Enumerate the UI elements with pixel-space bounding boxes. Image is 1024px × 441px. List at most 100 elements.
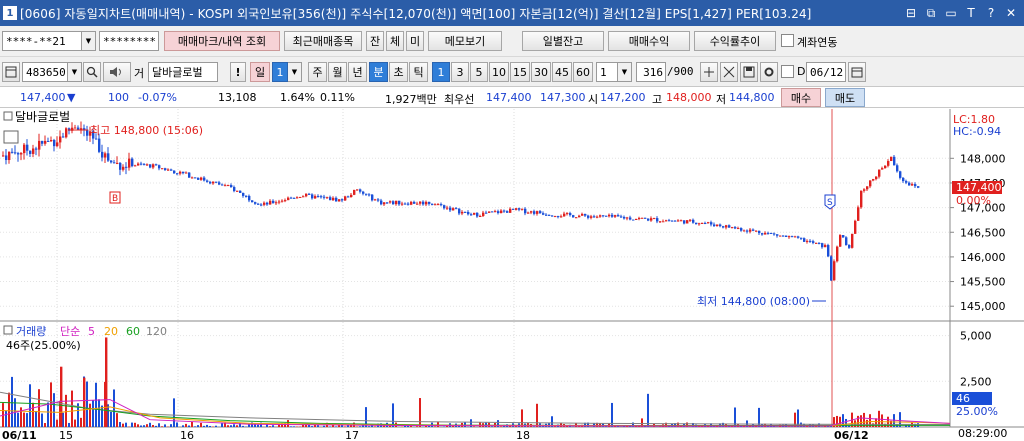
recent-trades-button[interactable]: 최근매매종목 [284, 31, 362, 51]
window-controls: ⊟ ⧉ ▭ T ? ✕ [902, 4, 1020, 22]
candle-body [230, 185, 233, 188]
password-field[interactable]: ******** [99, 31, 159, 51]
stock-code-field[interactable]: 483650 [22, 62, 68, 82]
memo-button[interactable]: 메모보기 [428, 31, 502, 51]
add-indicator-icon[interactable] [700, 62, 718, 82]
period-year-button[interactable]: 년 [348, 62, 367, 82]
candle-body [416, 203, 419, 205]
interval-dropdown-icon[interactable]: ▼ [618, 62, 632, 82]
interval-3-button[interactable]: 3 [451, 62, 469, 82]
account-dropdown-icon[interactable]: ▼ [82, 31, 96, 51]
gear-icon[interactable] [760, 62, 778, 82]
period-month-button[interactable]: 월 [328, 62, 347, 82]
balance-button[interactable]: 잔 [366, 31, 384, 51]
candle-body [437, 204, 440, 206]
minimize-icon[interactable]: ⊟ [902, 4, 920, 22]
volume-value: 13,108 [218, 91, 257, 104]
candle-body [257, 203, 260, 205]
period-value[interactable]: 1 [272, 62, 288, 82]
period-day-button[interactable]: 일 [250, 62, 270, 82]
candle-body [107, 153, 110, 161]
volume-bar [290, 426, 292, 427]
account-field[interactable]: ****-**21 [2, 31, 82, 51]
interval-5-button[interactable]: 5 [470, 62, 488, 82]
maximize-icon[interactable]: ▭ [942, 4, 960, 22]
candle-body [458, 208, 461, 214]
speaker-icon[interactable] [103, 62, 131, 82]
buy-button[interactable]: 매수 [781, 88, 821, 107]
candle-body [719, 224, 722, 227]
candle-body [848, 245, 851, 248]
date-field[interactable]: 06/12 [806, 62, 846, 82]
period-minute-button[interactable]: 분 [369, 62, 388, 82]
chart-options-icon [3, 111, 13, 121]
search-icon[interactable] [83, 62, 101, 82]
interval-value-field[interactable]: 1 [596, 62, 618, 82]
candle-body [221, 184, 224, 186]
chart-area[interactable]: 148,000147,500147,000146,500146,000145,5… [0, 109, 1024, 441]
candle-body [587, 215, 590, 218]
tools-icon[interactable] [720, 62, 738, 82]
font-size-icon[interactable]: T [962, 4, 980, 22]
candle-body [536, 211, 539, 214]
volume-bar [356, 426, 358, 427]
save-icon[interactable] [740, 62, 758, 82]
stock-code-dropdown-icon[interactable]: ▼ [68, 62, 82, 82]
candle-body [821, 243, 824, 248]
help-icon[interactable]: ? [982, 4, 1000, 22]
candle-body [323, 196, 326, 198]
candle-body [224, 185, 227, 187]
volume-bar [203, 425, 205, 427]
calendar-icon[interactable] [848, 62, 866, 82]
account-link-checkbox[interactable] [781, 34, 794, 47]
interval-45-button[interactable]: 45 [552, 62, 572, 82]
candle-body [83, 128, 86, 130]
sell-button[interactable]: 매도 [825, 88, 865, 107]
candle-body [872, 179, 875, 181]
trade-profit-button[interactable]: 매매수익 [608, 31, 690, 51]
candle-body [551, 215, 554, 217]
return-trend-button[interactable]: 수익률추이 [694, 31, 776, 51]
restore-icon[interactable]: ⧉ [922, 4, 940, 22]
candle-body [356, 189, 359, 191]
unfilled-button[interactable]: 미 [406, 31, 424, 51]
volume-bar [92, 400, 94, 427]
period-second-button[interactable]: 초 [389, 62, 408, 82]
candle-body [710, 222, 713, 225]
candle-body [692, 219, 695, 223]
period-tick-button[interactable]: 틱 [409, 62, 428, 82]
interval-30-button[interactable]: 30 [531, 62, 551, 82]
candle-body [227, 185, 230, 187]
date-checkbox[interactable] [781, 65, 794, 78]
candle-body [386, 202, 389, 204]
candle-body [803, 238, 806, 242]
stock-name-field[interactable]: 달바글로벌 [148, 62, 218, 82]
interval-15-button[interactable]: 15 [510, 62, 530, 82]
candle-body [338, 199, 341, 202]
alert-button[interactable]: ! [230, 62, 246, 82]
candle-body [170, 169, 173, 171]
sell-marker-label: S [827, 198, 833, 208]
volume-bar [374, 426, 376, 427]
filled-button[interactable]: 체 [386, 31, 404, 51]
interval-1-button[interactable]: 1 [432, 62, 450, 82]
candle-body [818, 242, 821, 244]
period-dropdown-icon[interactable]: ▼ [288, 62, 302, 82]
candle-body [341, 199, 344, 201]
period-week-button[interactable]: 주 [308, 62, 327, 82]
candle-body [110, 160, 113, 163]
price-chart[interactable]: 148,000147,500147,000146,500146,000145,5… [0, 109, 1024, 441]
count-field[interactable]: 316 [636, 62, 666, 82]
daily-balance-button[interactable]: 일별잔고 [522, 31, 604, 51]
price-tick-label: 146,000 [960, 251, 1006, 264]
interval-10-button[interactable]: 10 [489, 62, 509, 82]
candle-body [197, 177, 200, 180]
date-label: 17 [345, 429, 359, 441]
candle-body [881, 168, 884, 170]
interval-60-button[interactable]: 60 [573, 62, 593, 82]
trade-mark-query-button[interactable]: 매매마크/내역 조회 [164, 31, 280, 51]
chart-type-icon[interactable] [2, 62, 20, 82]
close-icon[interactable]: ✕ [1002, 4, 1020, 22]
candle-body [512, 208, 515, 210]
candle-body [566, 213, 569, 215]
